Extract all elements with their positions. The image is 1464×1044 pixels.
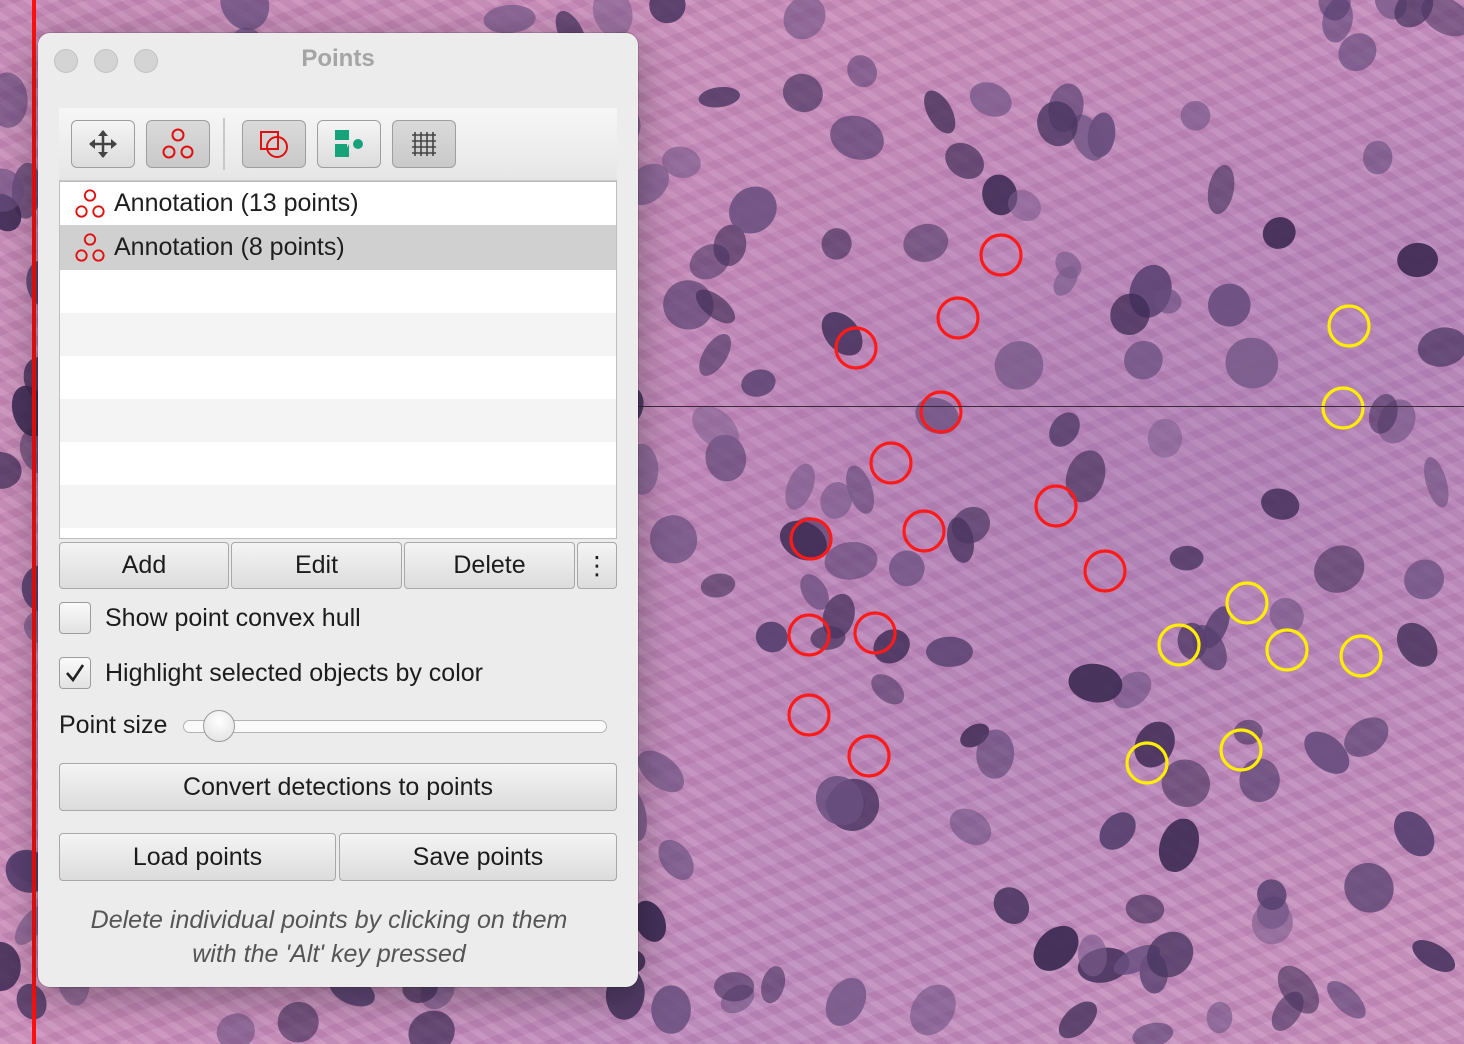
cursor-guide-line (638, 406, 1464, 407)
yellow-annotation-point[interactable] (1157, 623, 1201, 667)
show-hull-checkbox[interactable] (59, 602, 91, 634)
classification-shapes-icon (335, 130, 363, 157)
yellow-annotation-point[interactable] (1339, 634, 1383, 678)
points-icon (75, 232, 105, 262)
points-toolbar (59, 108, 617, 181)
red-annotation-point[interactable] (902, 509, 946, 553)
add-button[interactable]: Add (59, 542, 229, 589)
show-hull-option[interactable]: Show point convex hull (59, 602, 361, 634)
title-bar[interactable]: Points (38, 33, 638, 85)
hint-line-1: Delete individual points by clicking on … (90, 906, 568, 934)
selection-mode-button[interactable] (242, 120, 306, 168)
empty-row (60, 485, 616, 528)
yellow-annotation-point[interactable] (1125, 741, 1169, 785)
show-classifications-button[interactable] (317, 120, 381, 168)
red-annotation-point[interactable] (789, 517, 833, 561)
show-hull-label: Show point convex hull (105, 603, 361, 632)
empty-row (60, 270, 616, 313)
red-annotation-point[interactable] (869, 441, 913, 485)
empty-row (60, 313, 616, 356)
list-item-label: Annotation (13 points) (114, 189, 359, 217)
red-annotation-point[interactable] (979, 233, 1023, 277)
points-icon (162, 128, 194, 159)
yellow-annotation-point[interactable] (1225, 581, 1269, 625)
red-annotation-point[interactable] (1034, 484, 1078, 528)
point-size-label: Point size (59, 711, 168, 739)
red-annotation-point[interactable] (787, 693, 831, 737)
hint-text: Delete individual points by clicking on … (59, 903, 599, 971)
red-annotation-point[interactable] (936, 296, 980, 340)
highlight-checkbox[interactable] (59, 657, 91, 689)
yellow-annotation-point[interactable] (1321, 386, 1365, 430)
empty-row (60, 399, 616, 442)
red-annotation-point[interactable] (847, 734, 891, 778)
red-annotation-point[interactable] (834, 326, 878, 370)
points-tool-button[interactable] (146, 120, 210, 168)
window-title: Points (301, 45, 375, 72)
grid-tool-button[interactable] (392, 120, 456, 168)
highlight-option[interactable]: Highlight selected objects by color (59, 657, 483, 689)
point-size-slider-track[interactable] (183, 720, 607, 733)
empty-row (60, 356, 616, 399)
selection-shapes-icon (260, 131, 288, 158)
hint-line-2: with the 'Alt' key pressed (192, 940, 466, 968)
grid-icon (412, 132, 436, 156)
more-options-button[interactable]: ⋮ (577, 542, 617, 589)
load-points-button[interactable]: Load points (59, 833, 336, 881)
empty-row (60, 442, 616, 485)
list-item-label: Annotation (8 points) (114, 233, 345, 261)
delete-button[interactable]: Delete (404, 542, 575, 589)
list-item-selected[interactable]: Annotation (8 points) (60, 225, 616, 270)
list-item[interactable]: Annotation (13 points) (60, 182, 616, 225)
red-annotation-point[interactable] (787, 613, 831, 657)
points-list[interactable]: Annotation (13 points) Annotation (8 poi… (59, 181, 617, 539)
red-annotation-point[interactable] (1083, 549, 1127, 593)
points-icon (75, 188, 105, 218)
points-dialog: Points Annotation (13 points) Annotation… (38, 33, 638, 987)
move-tool-button[interactable] (71, 120, 135, 168)
red-annotation-point[interactable] (919, 390, 963, 434)
edit-button[interactable]: Edit (231, 542, 402, 589)
toolbar-separator (223, 118, 225, 170)
checkmark-icon (66, 664, 85, 683)
red-annotation-point[interactable] (853, 611, 897, 655)
empty-row (60, 528, 616, 538)
yellow-annotation-point[interactable] (1219, 728, 1263, 772)
move-arrows-icon (89, 130, 117, 158)
convert-detections-button[interactable]: Convert detections to points (59, 763, 617, 811)
save-points-button[interactable]: Save points (339, 833, 617, 881)
red-annotation-line (32, 0, 36, 1044)
yellow-annotation-point[interactable] (1265, 628, 1309, 672)
point-size-slider-thumb[interactable] (202, 710, 235, 742)
yellow-annotation-point[interactable] (1327, 304, 1371, 348)
highlight-label: Highlight selected objects by color (105, 658, 483, 687)
